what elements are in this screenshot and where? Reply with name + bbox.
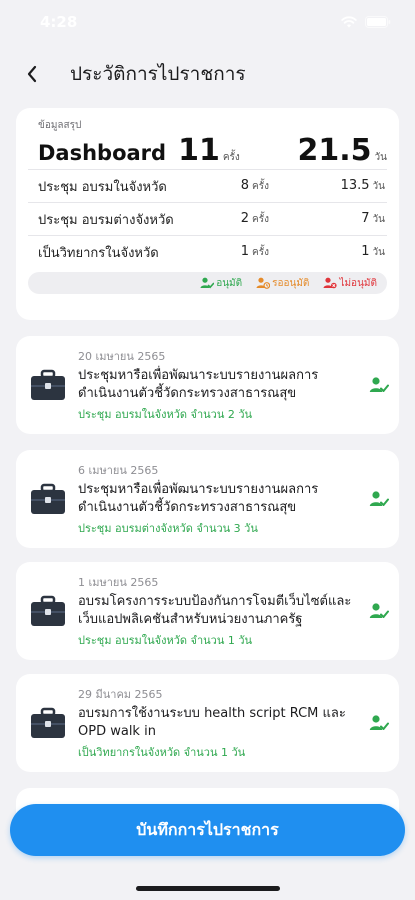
total-days: 21.5 (297, 133, 372, 168)
pending-user-icon (256, 277, 271, 289)
summary-row: ประชุม อบรมต่างจังหวัด 2 ครั้ง 7 วัน (28, 202, 387, 235)
summary-card: ข้อมูลสรุป Dashboard 11 ครั้ง 21.5 วัน ป… (16, 108, 399, 320)
list-item[interactable]: 6 เมษายน 2565 ประชุมหารือเพื่อพัฒนาระบบร… (16, 450, 399, 548)
item-subtitle: เป็นวิทยากรในจังหวัด จำนวน 1 วัน (78, 746, 246, 759)
list-item[interactable]: 20 เมษายน 2565 ประชุมหารือเพื่อพัฒนาระบบ… (16, 336, 399, 434)
summary-row-count: 8 ครั้ง (240, 178, 269, 193)
item-status (359, 376, 399, 394)
nav-bar: ประวัติการไปราชการ (0, 50, 415, 98)
item-body: 1 เมษายน 2565 อบรมโครงการระบบป้องกันการโ… (78, 573, 359, 649)
approved-user-icon (369, 377, 389, 392)
legend-rejected: ไม่อนุมัติ (323, 276, 377, 291)
item-status (359, 602, 399, 620)
summary-row-days: 7 วัน (361, 211, 385, 226)
summary-row-label: ประชุม อบรมในจังหวัด (38, 179, 167, 195)
item-body: 6 เมษายน 2565 ประชุมหารือเพื่อพัฒนาระบบร… (78, 461, 359, 537)
approved-user-icon (200, 277, 215, 289)
approved-user-icon (369, 715, 389, 730)
briefcase-icon (31, 483, 65, 514)
item-date: 6 เมษายน 2565 (78, 464, 159, 477)
rejected-user-icon (323, 277, 338, 289)
page-title: ประวัติการไปราชการ (70, 63, 246, 85)
status-legend: อนุมัติ รออนุมัติ ไม่อนุมัติ (28, 272, 387, 294)
home-indicator (136, 886, 280, 891)
briefcase-icon (31, 595, 65, 626)
wifi-icon (341, 16, 357, 28)
item-title: ประชุมหารือเพื่อพัฒนาระบบรายงานผลการดำเน… (78, 482, 319, 515)
status-bar: 4:28 (0, 0, 415, 44)
summary-row-days: 1 วัน (361, 244, 385, 259)
item-title: อบรมโครงการระบบป้องกันการโจมตีเว็บไซต์แล… (78, 594, 352, 627)
legend-pending: รออนุมัติ (256, 276, 309, 291)
item-status (359, 714, 399, 732)
summary-label: ข้อมูลสรุป (38, 120, 82, 131)
summary-row-label: ประชุม อบรมต่างจังหวัด (38, 212, 174, 228)
dashboard-title: Dashboard (38, 141, 167, 165)
summary-row-count: 2 ครั้ง (240, 211, 269, 226)
item-subtitle: ประชุม อบรมต่างจังหวัด จำนวน 3 วัน (78, 522, 258, 535)
item-subtitle: ประชุม อบรมในจังหวัด จำนวน 2 วัน (78, 408, 253, 421)
total-count: 11 (178, 133, 220, 168)
approved-user-icon (369, 491, 389, 506)
item-body: 20 เมษายน 2565 ประชุมหารือเพื่อพัฒนาระบบ… (78, 347, 359, 423)
back-button[interactable] (12, 54, 52, 94)
summary-row-label: เป็นวิทยากรในจังหวัด (38, 245, 159, 261)
item-body: 29 มีนาคม 2565 อบรมการใช้งานระบบ health … (78, 685, 359, 761)
status-time: 4:28 (40, 13, 78, 31)
battery-icon (365, 16, 391, 28)
count-unit: ครั้ง (222, 152, 240, 163)
item-title: อบรมการใช้งานระบบ health script RCM และ … (78, 706, 346, 739)
summary-row: ประชุม อบรมในจังหวัด 8 ครั้ง 13.5 วัน (28, 169, 387, 202)
briefcase-icon (31, 707, 65, 738)
back-icon (27, 65, 37, 83)
item-date: 20 เมษายน 2565 (78, 350, 166, 363)
item-date: 29 มีนาคม 2565 (78, 688, 163, 701)
legend-approved: อนุมัติ (200, 276, 242, 291)
summary-row-days: 13.5 วัน (340, 178, 385, 193)
list-item[interactable]: 1 เมษายน 2565 อบรมโครงการระบบป้องกันการโ… (16, 562, 399, 660)
item-date: 1 เมษายน 2565 (78, 576, 159, 589)
approved-user-icon (369, 603, 389, 618)
item-status (359, 490, 399, 508)
summary-header: Dashboard 11 ครั้ง 21.5 วัน (28, 133, 387, 169)
item-subtitle: ประชุม อบรมในจังหวัด จำนวน 1 วัน (78, 634, 253, 647)
status-icons (341, 16, 391, 28)
briefcase-icon (31, 369, 65, 400)
list-item[interactable]: 29 มีนาคม 2565 อบรมการใช้งานระบบ health … (16, 674, 399, 772)
days-unit: วัน (374, 152, 387, 163)
record-trip-button[interactable]: บันทึกการไปราชการ (10, 804, 405, 856)
item-title: ประชุมหารือเพื่อพัฒนาระบบรายงานผลการดำเน… (78, 368, 319, 401)
summary-row-count: 1 ครั้ง (240, 244, 269, 259)
summary-row: เป็นวิทยากรในจังหวัด 1 ครั้ง 1 วัน (28, 235, 387, 268)
